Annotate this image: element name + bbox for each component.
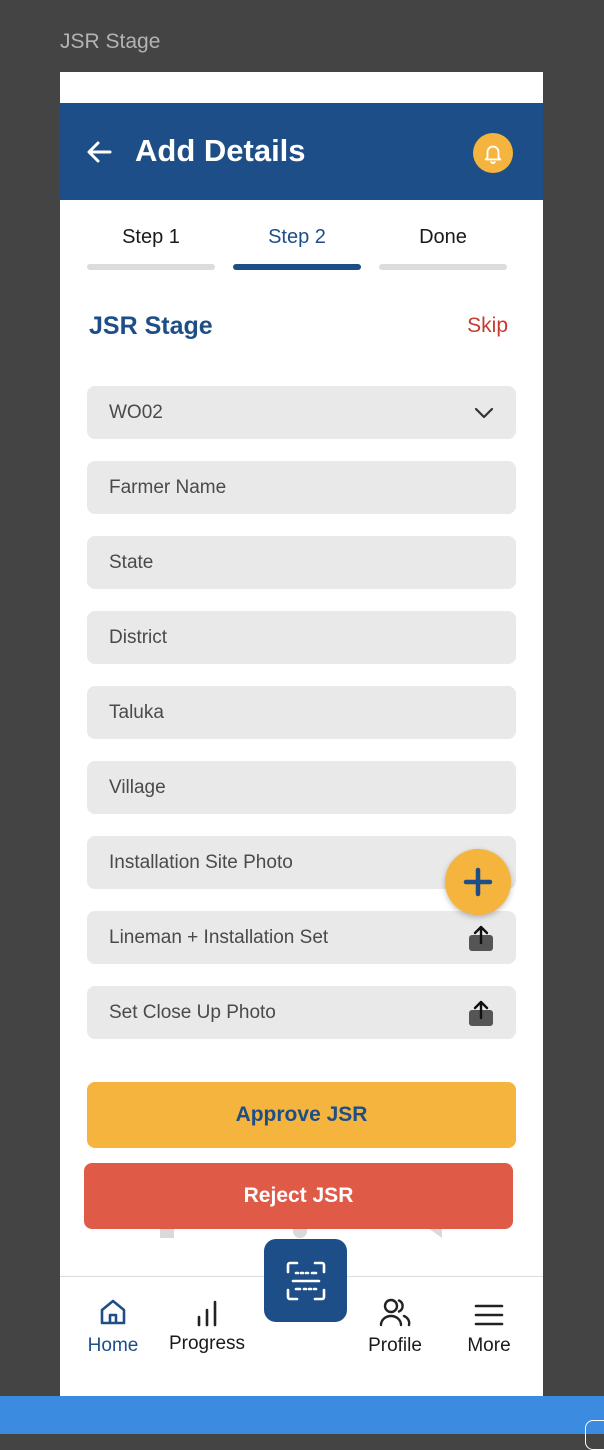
bar-chart-icon [194,1293,220,1327]
nav-label: Home [87,1335,139,1356]
district-placeholder: District [109,626,168,648]
nav-item-more[interactable]: More [442,1277,536,1377]
background-artifact [428,1228,442,1238]
add-photo-fab[interactable] [445,849,511,915]
step-progress-bar [379,264,507,270]
lineman-installation-set-field[interactable]: Lineman + Installation Set [87,911,516,964]
step-done-tab[interactable]: Done [379,200,507,280]
notification-bell-icon[interactable] [473,133,513,173]
app-bar: Add Details [60,103,543,200]
set-close-up-photo-placeholder: Set Close Up Photo [109,1001,276,1023]
step-1-tab[interactable]: Step 1 [87,200,215,280]
step-2-tab[interactable]: Step 2 [233,200,361,280]
back-arrow-icon[interactable] [84,137,116,167]
set-close-up-photo-field[interactable]: Set Close Up Photo [87,986,516,1039]
scan-icon [286,1261,325,1300]
background-artifact [160,1228,174,1238]
page-title: Add Details [135,133,306,168]
work-order-value: WO02 [109,401,163,423]
farmer-name-placeholder: Farmer Name [109,476,227,498]
nav-label: Profile [368,1335,422,1356]
scan-button[interactable] [264,1239,347,1322]
reject-jsr-button[interactable]: Reject JSR [84,1163,513,1229]
nav-label: Progress [168,1333,246,1354]
approve-jsr-button[interactable]: Approve JSR [87,1082,516,1148]
nav-label: More [467,1335,511,1356]
plus-icon [463,867,493,897]
users-icon [379,1293,411,1327]
district-field[interactable]: District [87,611,516,664]
step-progress-bar [87,264,215,270]
state-field[interactable]: State [87,536,516,589]
installation-site-photo-placeholder: Installation Site Photo [109,851,293,873]
village-field[interactable]: Village [87,761,516,814]
nav-item-home[interactable]: Home [66,1277,160,1377]
stepper: Step 1 Step 2 Done [60,200,543,280]
step-progress-bar [233,264,361,270]
menu-icon [474,1293,504,1327]
nav-item-profile[interactable]: Profile [348,1277,442,1377]
home-icon [98,1293,128,1327]
section-title: JSR Stage [89,312,213,340]
upload-icon[interactable] [468,924,494,952]
taluka-field[interactable]: Taluka [87,686,516,739]
skip-link[interactable]: Skip [467,314,508,338]
host-corner-icon [585,1420,604,1450]
taluka-placeholder: Taluka [109,701,164,723]
canvas-frame-label: JSR Stage [60,30,161,53]
nav-item-progress[interactable]: Progress [160,1277,254,1377]
chevron-down-icon [474,407,494,419]
upload-icon[interactable] [468,999,494,1027]
step-label: Done [419,226,467,248]
village-placeholder: Village [109,776,166,798]
farmer-name-field[interactable]: Farmer Name [87,461,516,514]
background-artifact [293,1228,307,1238]
phone-screen: Add Details Step 1 Step 2 Done JSR Stage… [60,72,543,1396]
host-toolbar-strip [0,1396,604,1434]
state-placeholder: State [109,551,154,573]
lineman-installation-set-placeholder: Lineman + Installation Set [109,926,329,948]
step-label: Step 2 [268,226,326,248]
work-order-dropdown[interactable]: WO02 [87,386,516,439]
step-label: Step 1 [122,226,180,248]
